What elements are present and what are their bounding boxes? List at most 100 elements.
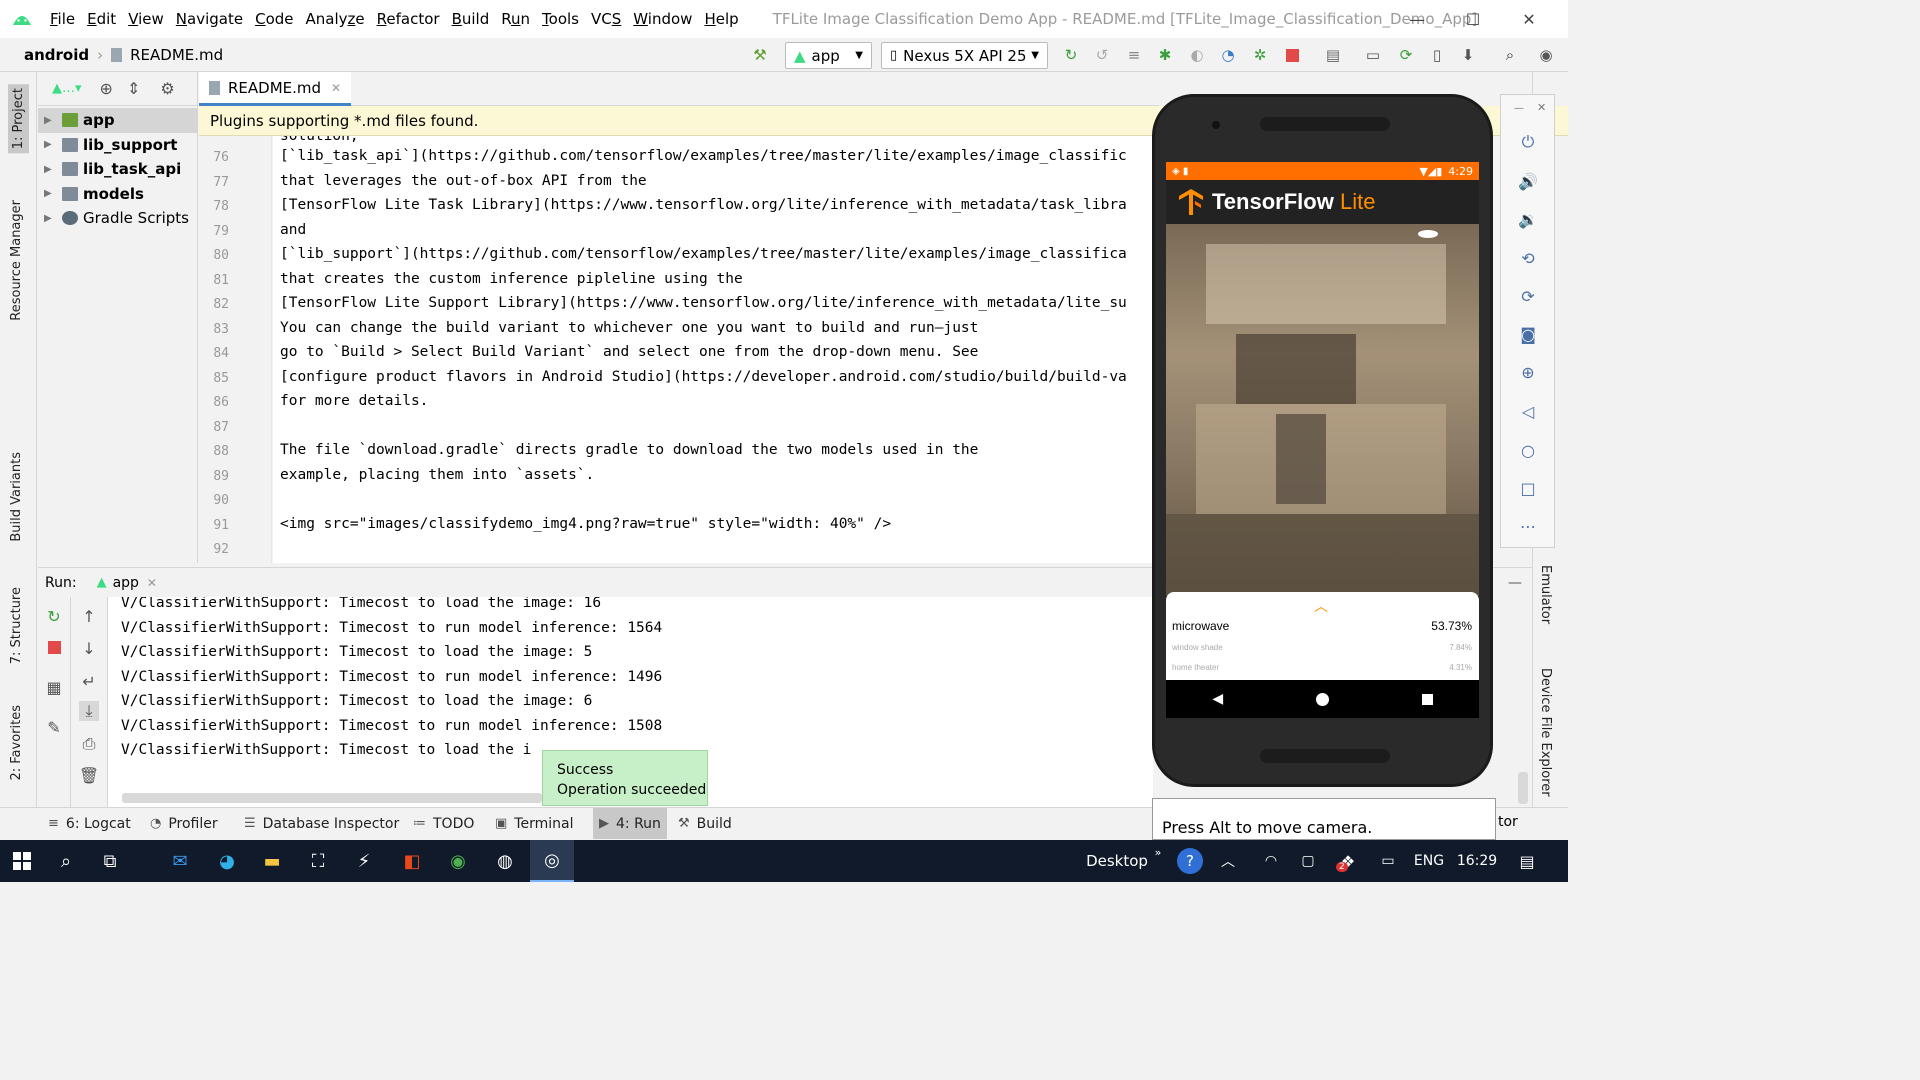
up-arrow-icon[interactable]: ↑ <box>79 606 99 626</box>
stop-icon[interactable] <box>1282 45 1302 65</box>
meet-now-icon[interactable]: ▢ <box>1292 840 1324 882</box>
breadcrumb-project[interactable]: android <box>0 46 89 64</box>
camera-icon[interactable]: ◙ <box>1517 323 1539 345</box>
mail-icon[interactable]: ✉ <box>158 840 202 882</box>
battery-icon[interactable]: ▭ <box>1372 840 1404 882</box>
profile-icon[interactable]: ◔ <box>1218 45 1238 65</box>
vertical-scrollbar[interactable] <box>1518 772 1528 804</box>
rotate-right-icon[interactable]: ⟳ <box>1517 285 1539 307</box>
home-icon[interactable]: ○ <box>1517 439 1539 461</box>
layout-inspector-icon[interactable]: ▭ <box>1363 45 1383 65</box>
tree-item[interactable]: ▶ Gradle Scripts <box>38 206 197 231</box>
menu-item[interactable]: Run <box>495 0 536 38</box>
store-icon[interactable]: ⛶ <box>296 840 340 882</box>
hammer-icon[interactable]: ⚒ <box>750 45 770 65</box>
scroll-to-end-icon[interactable]: ⤓ <box>79 701 99 721</box>
close-button[interactable]: ✕ <box>1500 0 1558 38</box>
menu-item[interactable]: File <box>44 0 81 38</box>
tree-item[interactable]: ▶ app <box>38 108 197 133</box>
volume-up-icon[interactable]: 🔊 <box>1517 170 1539 192</box>
desktop-toolbar[interactable]: Desktop <box>1082 840 1152 882</box>
file-explorer-icon[interactable]: ▬ <box>250 840 294 882</box>
avd-manager-icon[interactable]: ▯ <box>1427 45 1447 65</box>
debug-icon[interactable]: ✱ <box>1155 45 1175 65</box>
expand-arrow-icon[interactable]: ▶ <box>44 164 56 175</box>
collapse-icon[interactable]: ⇕ <box>127 79 140 98</box>
expand-arrow-icon[interactable]: ▶ <box>44 213 56 224</box>
expand-arrow-icon[interactable]: ▶ <box>44 115 56 126</box>
success-notification[interactable]: Success Operation succeeded <box>542 750 708 806</box>
device-manager-partial[interactable]: tor <box>1498 814 1518 830</box>
apply-code-changes-icon[interactable]: ≡ <box>1124 45 1144 65</box>
android-view-icon[interactable]: ▲…▾ <box>52 81 82 96</box>
tab-readme[interactable]: README.md ✕ <box>199 72 352 106</box>
rotate-left-icon[interactable]: ⟲ <box>1517 247 1539 269</box>
search-icon[interactable]: ⌕ <box>1500 45 1520 65</box>
down-arrow-icon[interactable]: ↓ <box>79 638 99 658</box>
menu-item[interactable]: Analyze <box>300 0 371 38</box>
print-icon[interactable]: ⎙ <box>79 734 99 754</box>
back-icon[interactable]: ◁ <box>1517 400 1539 422</box>
breadcrumb-file[interactable]: README.md <box>111 46 223 64</box>
layout-icon[interactable]: ▦ <box>44 677 64 697</box>
notifications-icon[interactable]: ▤ <box>1510 840 1544 882</box>
bottom-tab[interactable]: ▶ 4: Run <box>593 808 667 839</box>
bottom-tab[interactable]: ≔ TODO <box>413 808 474 839</box>
wifi-icon[interactable]: ◠ <box>1255 840 1287 882</box>
rerun-icon[interactable]: ↻ <box>44 606 64 626</box>
code-editor[interactable]: solution, [`lib_task_api`](https://githu… <box>273 136 1153 563</box>
tab-structure[interactable]: 7: Structure <box>9 587 24 664</box>
attach-debugger-icon[interactable]: ✲ <box>1250 45 1270 65</box>
minimize-button[interactable]: — <box>1388 0 1446 38</box>
menu-item[interactable]: Window <box>627 0 698 38</box>
gear-icon[interactable]: ⚙ <box>160 79 174 98</box>
coverage-icon[interactable]: ◐ <box>1187 45 1207 65</box>
bottom-tab[interactable]: ▣ Terminal <box>495 808 573 839</box>
menu-item[interactable]: Navigate <box>170 0 249 38</box>
project-structure-icon[interactable]: ▤ <box>1323 45 1343 65</box>
pin-icon[interactable]: ✎ <box>44 717 64 737</box>
bottom-tab[interactable]: ☰ Database Inspector <box>244 808 399 839</box>
menu-item[interactable]: VCS <box>585 0 627 38</box>
edge-icon[interactable]: ◕ <box>205 840 249 882</box>
trash-icon[interactable]: 🗑 <box>79 765 99 785</box>
help-icon[interactable]: ? <box>1172 840 1208 882</box>
close-run-tab-icon[interactable]: ✕ <box>147 576 157 590</box>
chrome-icon[interactable]: ◉ <box>436 840 480 882</box>
run-config-select[interactable]: ▲ app ▼ <box>785 42 872 69</box>
search-icon[interactable]: ⌕ <box>44 840 88 882</box>
android-studio-taskbar-icon[interactable]: ◎ <box>530 840 574 882</box>
expand-arrow-icon[interactable]: ▶ <box>44 139 56 150</box>
tab-resource-manager[interactable]: Resource Manager <box>9 200 24 321</box>
task-view-icon[interactable]: ⧉ <box>88 840 132 882</box>
horizontal-scrollbar[interactable] <box>122 793 542 803</box>
office-icon[interactable]: ◧ <box>390 840 434 882</box>
bottom-tab[interactable]: ≡ 6: Logcat <box>48 808 131 839</box>
dropbox-icon[interactable]: ❖ 2 <box>1332 840 1364 882</box>
power-automate-icon[interactable]: ⚡ <box>342 840 386 882</box>
minimize-emulator-icon[interactable]: — <box>1514 103 1524 114</box>
menu-item[interactable]: Refactor <box>371 0 446 38</box>
taskbar-clock[interactable]: 16:29 <box>1452 840 1502 882</box>
sdk-manager-icon[interactable]: ⬇ <box>1458 45 1478 65</box>
run-config-tab[interactable]: app <box>113 575 139 591</box>
stop-icon[interactable] <box>44 637 64 657</box>
expand-arrow-icon[interactable]: ▶ <box>44 188 56 199</box>
sync-gradle-icon[interactable]: ⟳ <box>1396 45 1416 65</box>
maximize-button[interactable]: ☐ <box>1444 0 1502 38</box>
rerun-icon[interactable]: ↻ <box>1061 45 1081 65</box>
soft-wrap-icon[interactable]: ↵ <box>79 671 99 691</box>
locate-icon[interactable]: ⊕ <box>100 79 113 98</box>
recents-icon[interactable] <box>1421 693 1433 705</box>
app-icon[interactable]: ◍ <box>483 840 527 882</box>
menu-item[interactable]: Code <box>249 0 299 38</box>
windows-start-icon[interactable] <box>0 840 44 882</box>
home-icon[interactable] <box>1315 692 1329 706</box>
toolbar-expand-icon[interactable]: » <box>1150 840 1166 882</box>
tree-item[interactable]: ▶ lib_task_api <box>38 157 197 182</box>
tab-favorites[interactable]: 2: Favorites <box>9 705 24 781</box>
language-indicator[interactable]: ENG <box>1410 840 1448 882</box>
tab-emulator[interactable]: Emulator <box>1538 565 1553 624</box>
power-icon[interactable]: ⏻ <box>1517 131 1539 153</box>
tree-item[interactable]: ▶ models <box>38 182 197 207</box>
